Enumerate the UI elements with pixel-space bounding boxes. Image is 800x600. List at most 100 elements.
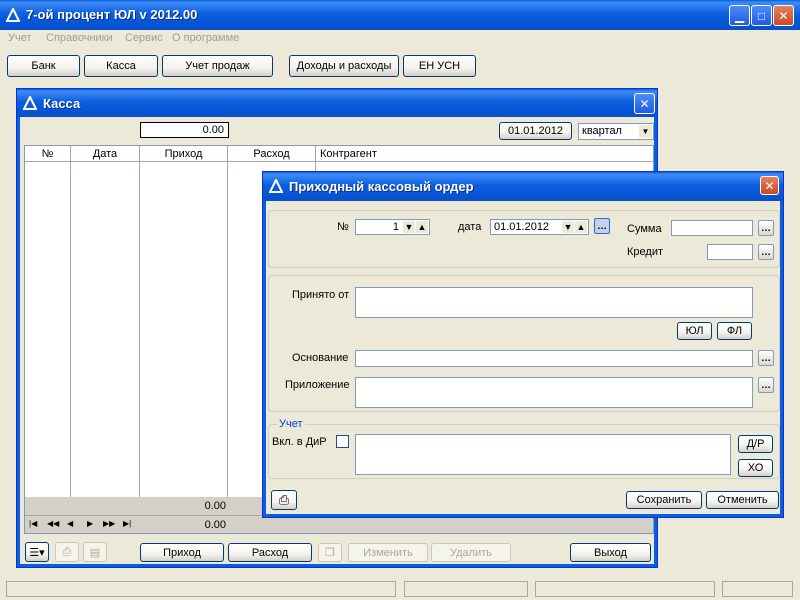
- credit-select-button[interactable]: …: [758, 244, 774, 260]
- attachment-select-button[interactable]: …: [758, 377, 774, 393]
- dialog-print-button[interactable]: ⎙: [271, 490, 297, 510]
- income-expense-button[interactable]: Доходы и расходы: [289, 55, 399, 77]
- nav-next-page-icon[interactable]: ▶▶: [103, 519, 115, 528]
- ho-button[interactable]: ХО: [738, 459, 773, 477]
- kassa-close-button[interactable]: ✕: [634, 93, 655, 114]
- date-up-icon[interactable]: ▲: [575, 221, 587, 233]
- menu-spravochniki[interactable]: Справочники: [46, 32, 113, 44]
- number-label: №: [337, 221, 349, 233]
- exit-button[interactable]: Выход: [570, 543, 651, 562]
- list-icon: ☰▾: [29, 546, 45, 559]
- date-value: 01.01.2012: [494, 221, 550, 233]
- legal-entity-button[interactable]: ЮЛ: [677, 322, 712, 340]
- edit-button[interactable]: Изменить: [348, 543, 428, 562]
- sum-field[interactable]: [671, 220, 753, 236]
- sales-button[interactable]: Учет продаж: [162, 55, 273, 77]
- individual-button[interactable]: ФЛ: [717, 322, 752, 340]
- bank-button[interactable]: Банк: [7, 55, 80, 77]
- credit-label: Кредит: [627, 246, 664, 258]
- basis-select-button[interactable]: …: [758, 350, 774, 366]
- chevron-down-icon[interactable]: ▼: [639, 125, 652, 138]
- dialog-close-button[interactable]: ✕: [760, 176, 779, 195]
- col-header-expense[interactable]: Расход: [228, 146, 316, 162]
- kassa-button[interactable]: Касса: [84, 55, 158, 77]
- kassa-logo-icon: [23, 96, 37, 110]
- ellipsis-icon: …: [597, 220, 607, 232]
- date-label: дата: [458, 221, 482, 233]
- status-pane: [6, 581, 396, 597]
- dialog-logo-icon: [269, 179, 283, 193]
- list-view-button[interactable]: ☰▾: [25, 542, 49, 562]
- menu-uchet[interactable]: Учет: [8, 32, 32, 44]
- kassa-date-button[interactable]: 01.01.2012: [499, 122, 572, 140]
- ellipsis-icon: …: [761, 352, 771, 364]
- app-logo-icon: [6, 8, 20, 22]
- kassa-balance: 0.00: [140, 122, 229, 138]
- status-pane: [535, 581, 715, 597]
- app-titlebar[interactable]: 7-ой процент ЮЛ v 2012.00 ▁ □ ✕: [0, 0, 800, 30]
- date-picker-button[interactable]: …: [594, 218, 610, 234]
- number-up-icon[interactable]: ▲: [416, 221, 428, 233]
- number-down-icon[interactable]: ▼: [403, 221, 415, 233]
- dr-button[interactable]: Д/Р: [738, 435, 773, 453]
- col-header-income[interactable]: Приход: [140, 146, 228, 162]
- col-header-number[interactable]: №: [25, 146, 71, 162]
- en-usn-button[interactable]: ЕН УСН: [403, 55, 476, 77]
- basis-field[interactable]: [355, 350, 753, 367]
- total-expense: 0.00: [204, 519, 226, 531]
- close-icon: ✕: [778, 8, 789, 23]
- dialog-titlebar[interactable]: Приходный кассовый ордер ✕: [263, 172, 783, 201]
- dialog-title: Приходный кассовый ордер: [289, 179, 474, 194]
- nav-prev-page-icon[interactable]: ◀◀: [47, 519, 59, 528]
- close-icon: ✕: [639, 96, 650, 111]
- include-dir-checkbox[interactable]: [336, 435, 349, 448]
- accounting-group-label: Учет: [277, 418, 305, 430]
- date-field[interactable]: 01.01.2012 ▼ ▲: [490, 219, 589, 235]
- sum-select-button[interactable]: …: [758, 220, 774, 236]
- print-list-button[interactable]: ⎙: [55, 542, 79, 562]
- printer-icon: ⎙: [278, 492, 290, 507]
- col-header-date[interactable]: Дата: [71, 146, 140, 162]
- copy-icon: ❐: [325, 547, 335, 559]
- sum-label: Сумма: [627, 223, 662, 235]
- date-down-icon[interactable]: ▼: [562, 221, 574, 233]
- menu-servis[interactable]: Сервис: [125, 32, 163, 44]
- kassa-titlebar[interactable]: Касса ✕: [17, 89, 657, 117]
- status-bar: [0, 578, 800, 600]
- attachment-field[interactable]: [355, 377, 753, 408]
- header-group: № 1 ▼ ▲ дата 01.01.2012 ▼ ▲ … Сумма … Кр…: [268, 210, 780, 268]
- kassa-title: Касса: [43, 96, 81, 111]
- delete-button[interactable]: Удалить: [431, 543, 511, 562]
- menu-bar: Учет Справочники Сервис О программе: [0, 30, 800, 48]
- maximize-button[interactable]: □: [751, 5, 772, 26]
- received-from-field[interactable]: [355, 287, 753, 318]
- number-field[interactable]: 1 ▼ ▲: [355, 219, 430, 235]
- credit-field[interactable]: [707, 244, 753, 260]
- nav-first-icon[interactable]: |◀: [29, 519, 37, 528]
- ellipsis-icon: …: [761, 379, 771, 391]
- document-button[interactable]: ▤: [83, 542, 107, 562]
- menu-o-programme[interactable]: О программе: [172, 32, 239, 44]
- receipt-order-dialog: Приходный кассовый ордер ✕ № 1 ▼ ▲ дата …: [262, 171, 784, 518]
- received-from-label: Принято от: [292, 289, 350, 301]
- col-header-counterparty[interactable]: Контрагент: [316, 146, 653, 162]
- close-app-button[interactable]: ✕: [773, 5, 794, 26]
- accounting-field[interactable]: [355, 434, 731, 475]
- copy-button[interactable]: ❐: [318, 543, 342, 562]
- add-income-button[interactable]: Приход: [140, 543, 224, 562]
- nav-prev-icon[interactable]: ◀: [67, 519, 73, 528]
- document-icon: ▤: [89, 546, 101, 559]
- printer-icon: ⎙: [62, 545, 72, 558]
- status-pane: [404, 581, 528, 597]
- nav-next-icon[interactable]: ▶: [87, 519, 93, 528]
- nav-last-icon[interactable]: ▶|: [123, 519, 131, 528]
- minimize-button[interactable]: ▁: [729, 5, 750, 26]
- cancel-button[interactable]: Отменить: [706, 491, 779, 509]
- period-select[interactable]: квартал ▼: [578, 123, 654, 140]
- maximize-icon: □: [757, 8, 766, 23]
- add-expense-button[interactable]: Расход: [228, 543, 312, 562]
- details-group: Принято от ЮЛ ФЛ Основание … Приложение …: [268, 275, 780, 412]
- include-dir-label: Вкл. в ДиР: [272, 436, 327, 448]
- save-button[interactable]: Сохранить: [626, 491, 702, 509]
- number-value: 1: [392, 221, 399, 233]
